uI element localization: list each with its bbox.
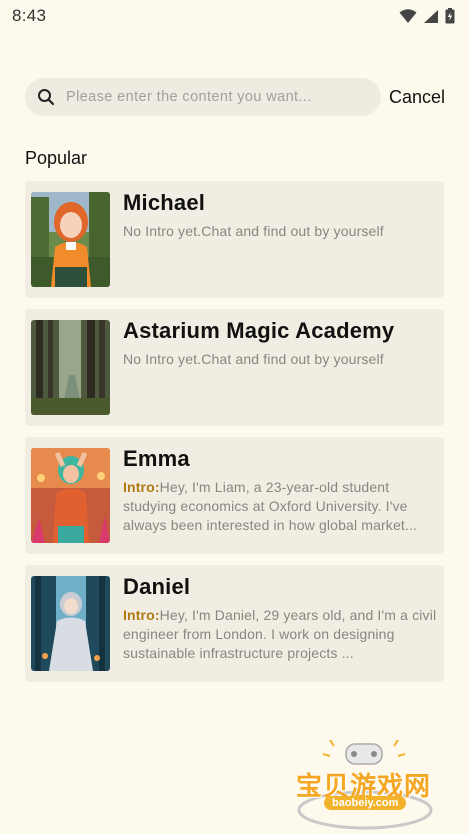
- avatar: [31, 576, 110, 671]
- card-description: No Intro yet.Chat and find out by yourse…: [123, 350, 438, 369]
- card-description-text: Hey, I'm Liam, a 23-year-old student stu…: [123, 479, 418, 533]
- character-card-emma[interactable]: Emma Intro:Hey, I'm Liam, a 23-year-old …: [25, 437, 444, 554]
- search-box[interactable]: [25, 78, 381, 116]
- card-description: Intro:Hey, I'm Daniel, 29 years old, and…: [123, 606, 438, 663]
- avatar: [31, 192, 110, 287]
- avatar: [31, 320, 110, 415]
- battery-icon: [445, 8, 455, 24]
- card-body: Michael No Intro yet.Chat and find out b…: [123, 192, 438, 287]
- intro-label: Intro:: [123, 479, 160, 495]
- card-description: Intro:Hey, I'm Liam, a 23-year-old stude…: [123, 478, 438, 535]
- wifi-icon: [399, 8, 417, 24]
- card-body: Daniel Intro:Hey, I'm Daniel, 29 years o…: [123, 576, 438, 671]
- search-row: Cancel: [25, 78, 449, 116]
- search-input[interactable]: [66, 89, 366, 105]
- character-card-astarium-magic-academy[interactable]: Astarium Magic Academy No Intro yet.Chat…: [25, 309, 444, 426]
- watermark-logo: 宝贝游戏网 baobeiy.com: [290, 739, 440, 830]
- card-description-text: No Intro yet.Chat and find out by yourse…: [123, 223, 384, 239]
- search-icon: [37, 88, 55, 106]
- character-card-daniel[interactable]: Daniel Intro:Hey, I'm Daniel, 29 years o…: [25, 565, 444, 682]
- card-description: No Intro yet.Chat and find out by yourse…: [123, 222, 438, 241]
- intro-label: Intro:: [123, 607, 160, 623]
- signal-icon: [423, 9, 439, 24]
- character-card-michael[interactable]: Michael No Intro yet.Chat and find out b…: [25, 181, 444, 298]
- card-description-text: Hey, I'm Daniel, 29 years old, and I'm a…: [123, 607, 437, 661]
- watermark-url: baobeiy.com: [324, 796, 407, 810]
- card-name: Daniel: [123, 574, 191, 599]
- cancel-button[interactable]: Cancel: [389, 87, 445, 108]
- card-name: Emma: [123, 446, 190, 471]
- card-description-text: No Intro yet.Chat and find out by yourse…: [123, 351, 384, 367]
- card-name: Astarium Magic Academy: [123, 318, 395, 343]
- card-body: Emma Intro:Hey, I'm Liam, a 23-year-old …: [123, 448, 438, 543]
- status-bar: 8:43: [0, 0, 469, 32]
- status-time: 8:43: [12, 6, 47, 25]
- status-icons: [399, 8, 455, 24]
- card-name: Michael: [123, 190, 206, 215]
- card-body: Astarium Magic Academy No Intro yet.Chat…: [123, 320, 438, 415]
- avatar: [31, 448, 110, 543]
- section-title: Popular: [25, 148, 88, 168]
